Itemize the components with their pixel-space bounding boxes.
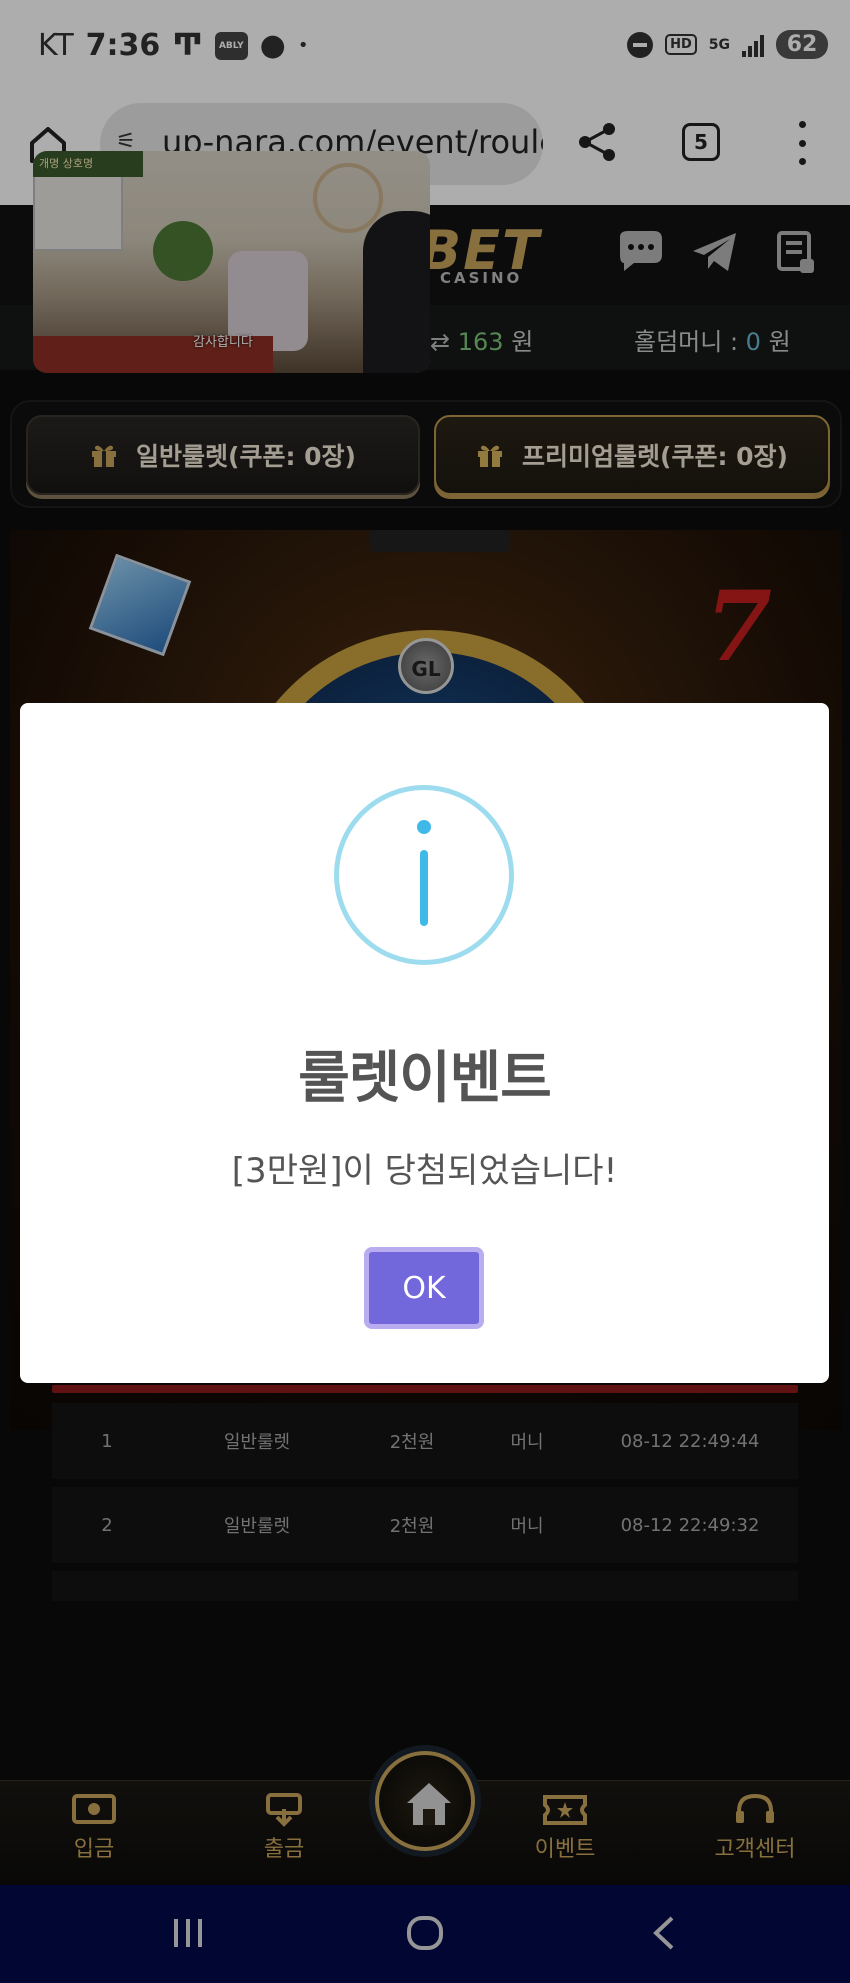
row-kind: 머니	[510, 1516, 544, 1537]
holdem-balance: 홀덤머니 : 0 원	[634, 322, 791, 357]
android-navigation-bar	[0, 1885, 850, 1983]
roulette-tabs: 일반룰렛(쿠폰: 0장) 프리미엄룰렛(쿠폰: 0장)	[10, 400, 842, 508]
notice-board-icon[interactable]	[776, 229, 826, 275]
carrier-label: KT	[38, 28, 74, 63]
nav-support-label: 고객센터	[714, 1837, 796, 1862]
row-type: 일반룰렛	[223, 1516, 291, 1537]
win-history: 1 일반룰렛 2천원 머니 08-12 22:49:44 2 일반룰렛 2천원 …	[52, 1385, 798, 1609]
row-kind: 머니	[510, 1432, 544, 1453]
row-date: 08-12 22:49:32	[620, 1514, 760, 1536]
nav-home[interactable]	[375, 1751, 475, 1851]
withdraw-icon	[266, 1793, 302, 1827]
row-number: 2	[101, 1514, 113, 1536]
site-logo-subtitle: CASINO	[440, 269, 523, 287]
row-date: 08-12 22:49:44	[620, 1430, 760, 1452]
signal-icon	[742, 33, 764, 57]
holdem-value: 0	[745, 328, 761, 356]
machine-top	[370, 530, 510, 552]
nav-event-label: 이벤트	[534, 1837, 596, 1862]
status-bar: KT 7:36 Ͳ ABLY ● • HD 5G 62	[0, 0, 850, 95]
telegram-icon[interactable]	[690, 229, 740, 275]
row-number: 1	[101, 1430, 113, 1452]
overflow-menu-icon[interactable]	[792, 121, 812, 165]
table-row: 2 일반룰렛 2천원 머니 08-12 22:49:32	[52, 1487, 798, 1563]
lucky-seven-decoration: 7	[705, 570, 772, 683]
table-row: 1 일반룰렛 2천원 머니 08-12 22:49:44	[52, 1403, 798, 1479]
tab-normal-roulette[interactable]: 일반룰렛(쿠폰: 0장)	[26, 415, 420, 495]
nav-withdraw-label: 출금	[263, 1837, 305, 1862]
nav-support[interactable]: 고객센터	[695, 1793, 815, 1863]
row-prize: 2천원	[389, 1432, 435, 1453]
money-balance: ⇄ 163 원	[430, 322, 533, 357]
money-value: 163	[457, 328, 504, 356]
android-home-icon[interactable]	[406, 1915, 444, 1955]
tab-premium-roulette[interactable]: 프리미엄룰렛(쿠폰: 0장)	[434, 415, 830, 495]
gift-icon	[478, 445, 503, 467]
table-row-partial	[52, 1571, 798, 1601]
status-right: HD 5G 62	[627, 30, 828, 59]
chat-icon[interactable]	[616, 229, 666, 275]
headset-icon	[736, 1793, 774, 1823]
history-divider	[52, 1385, 798, 1393]
nav-withdraw[interactable]: 출금	[224, 1793, 344, 1863]
gift-icon	[92, 445, 117, 467]
video-clock	[313, 163, 383, 233]
tab-premium-label: 프리미엄룰렛(쿠폰: 0장)	[522, 442, 788, 471]
video-plant	[153, 221, 213, 281]
home-icon	[407, 1783, 451, 1825]
transfer-icon: ⇄	[430, 328, 451, 356]
event-ticket-icon	[543, 1795, 587, 1825]
alert-dialog: 룰렛이벤트 [3만원]이 당첨되었습니다! OK	[20, 703, 829, 1383]
row-type: 일반룰렛	[223, 1432, 291, 1453]
t-app-icon: Ͳ	[172, 28, 203, 63]
ok-button[interactable]: OK	[364, 1247, 484, 1329]
holdem-label: 홀덤머니 :	[634, 328, 746, 356]
video-person	[363, 211, 430, 373]
network-type-icon: 5G	[708, 36, 730, 53]
video-caption: 감사합니다	[193, 335, 253, 350]
back-icon[interactable]	[648, 1915, 678, 1955]
do-not-disturb-icon	[627, 31, 654, 58]
wheel-center-badge: GL	[398, 638, 454, 694]
nav-deposit[interactable]: 입금	[34, 1793, 154, 1863]
status-left: KT 7:36 Ͳ ABLY ● •	[38, 28, 308, 63]
recent-apps-icon[interactable]	[170, 1915, 206, 1955]
tab-normal-label: 일반룰렛(쿠폰: 0장)	[136, 442, 356, 471]
battery-indicator: 62	[776, 30, 828, 59]
diamond-decoration	[88, 553, 192, 657]
holdem-unit: 원	[768, 328, 791, 356]
video-sign: 개명 상호명	[33, 151, 143, 177]
clock-time: 7:36	[85, 28, 161, 63]
row-prize: 2천원	[389, 1516, 435, 1537]
ably-app-icon: ABLY	[214, 31, 248, 60]
video-shelf	[33, 171, 123, 251]
picture-in-picture-video[interactable]: 개명 상호명 감사합니다	[33, 151, 430, 373]
dialog-title: 룰렛이벤트	[298, 1046, 552, 1111]
more-notifications-icon: •	[297, 35, 309, 56]
tab-switcher-button[interactable]: 5	[682, 123, 720, 161]
hd-voice-icon: HD	[665, 34, 697, 55]
bottom-nav: 입금 출금 이벤트 고객센터	[0, 1751, 850, 1885]
share-icon[interactable]	[575, 119, 621, 165]
nav-event[interactable]: 이벤트	[505, 1793, 625, 1863]
deposit-icon	[72, 1794, 116, 1824]
chat-bubble-icon: ●	[259, 28, 286, 63]
money-unit: 원	[511, 328, 534, 356]
dialog-message: [3만원]이 당첨되었습니다!	[231, 1151, 618, 1191]
info-icon	[334, 785, 514, 965]
nav-deposit-label: 입금	[73, 1837, 115, 1862]
